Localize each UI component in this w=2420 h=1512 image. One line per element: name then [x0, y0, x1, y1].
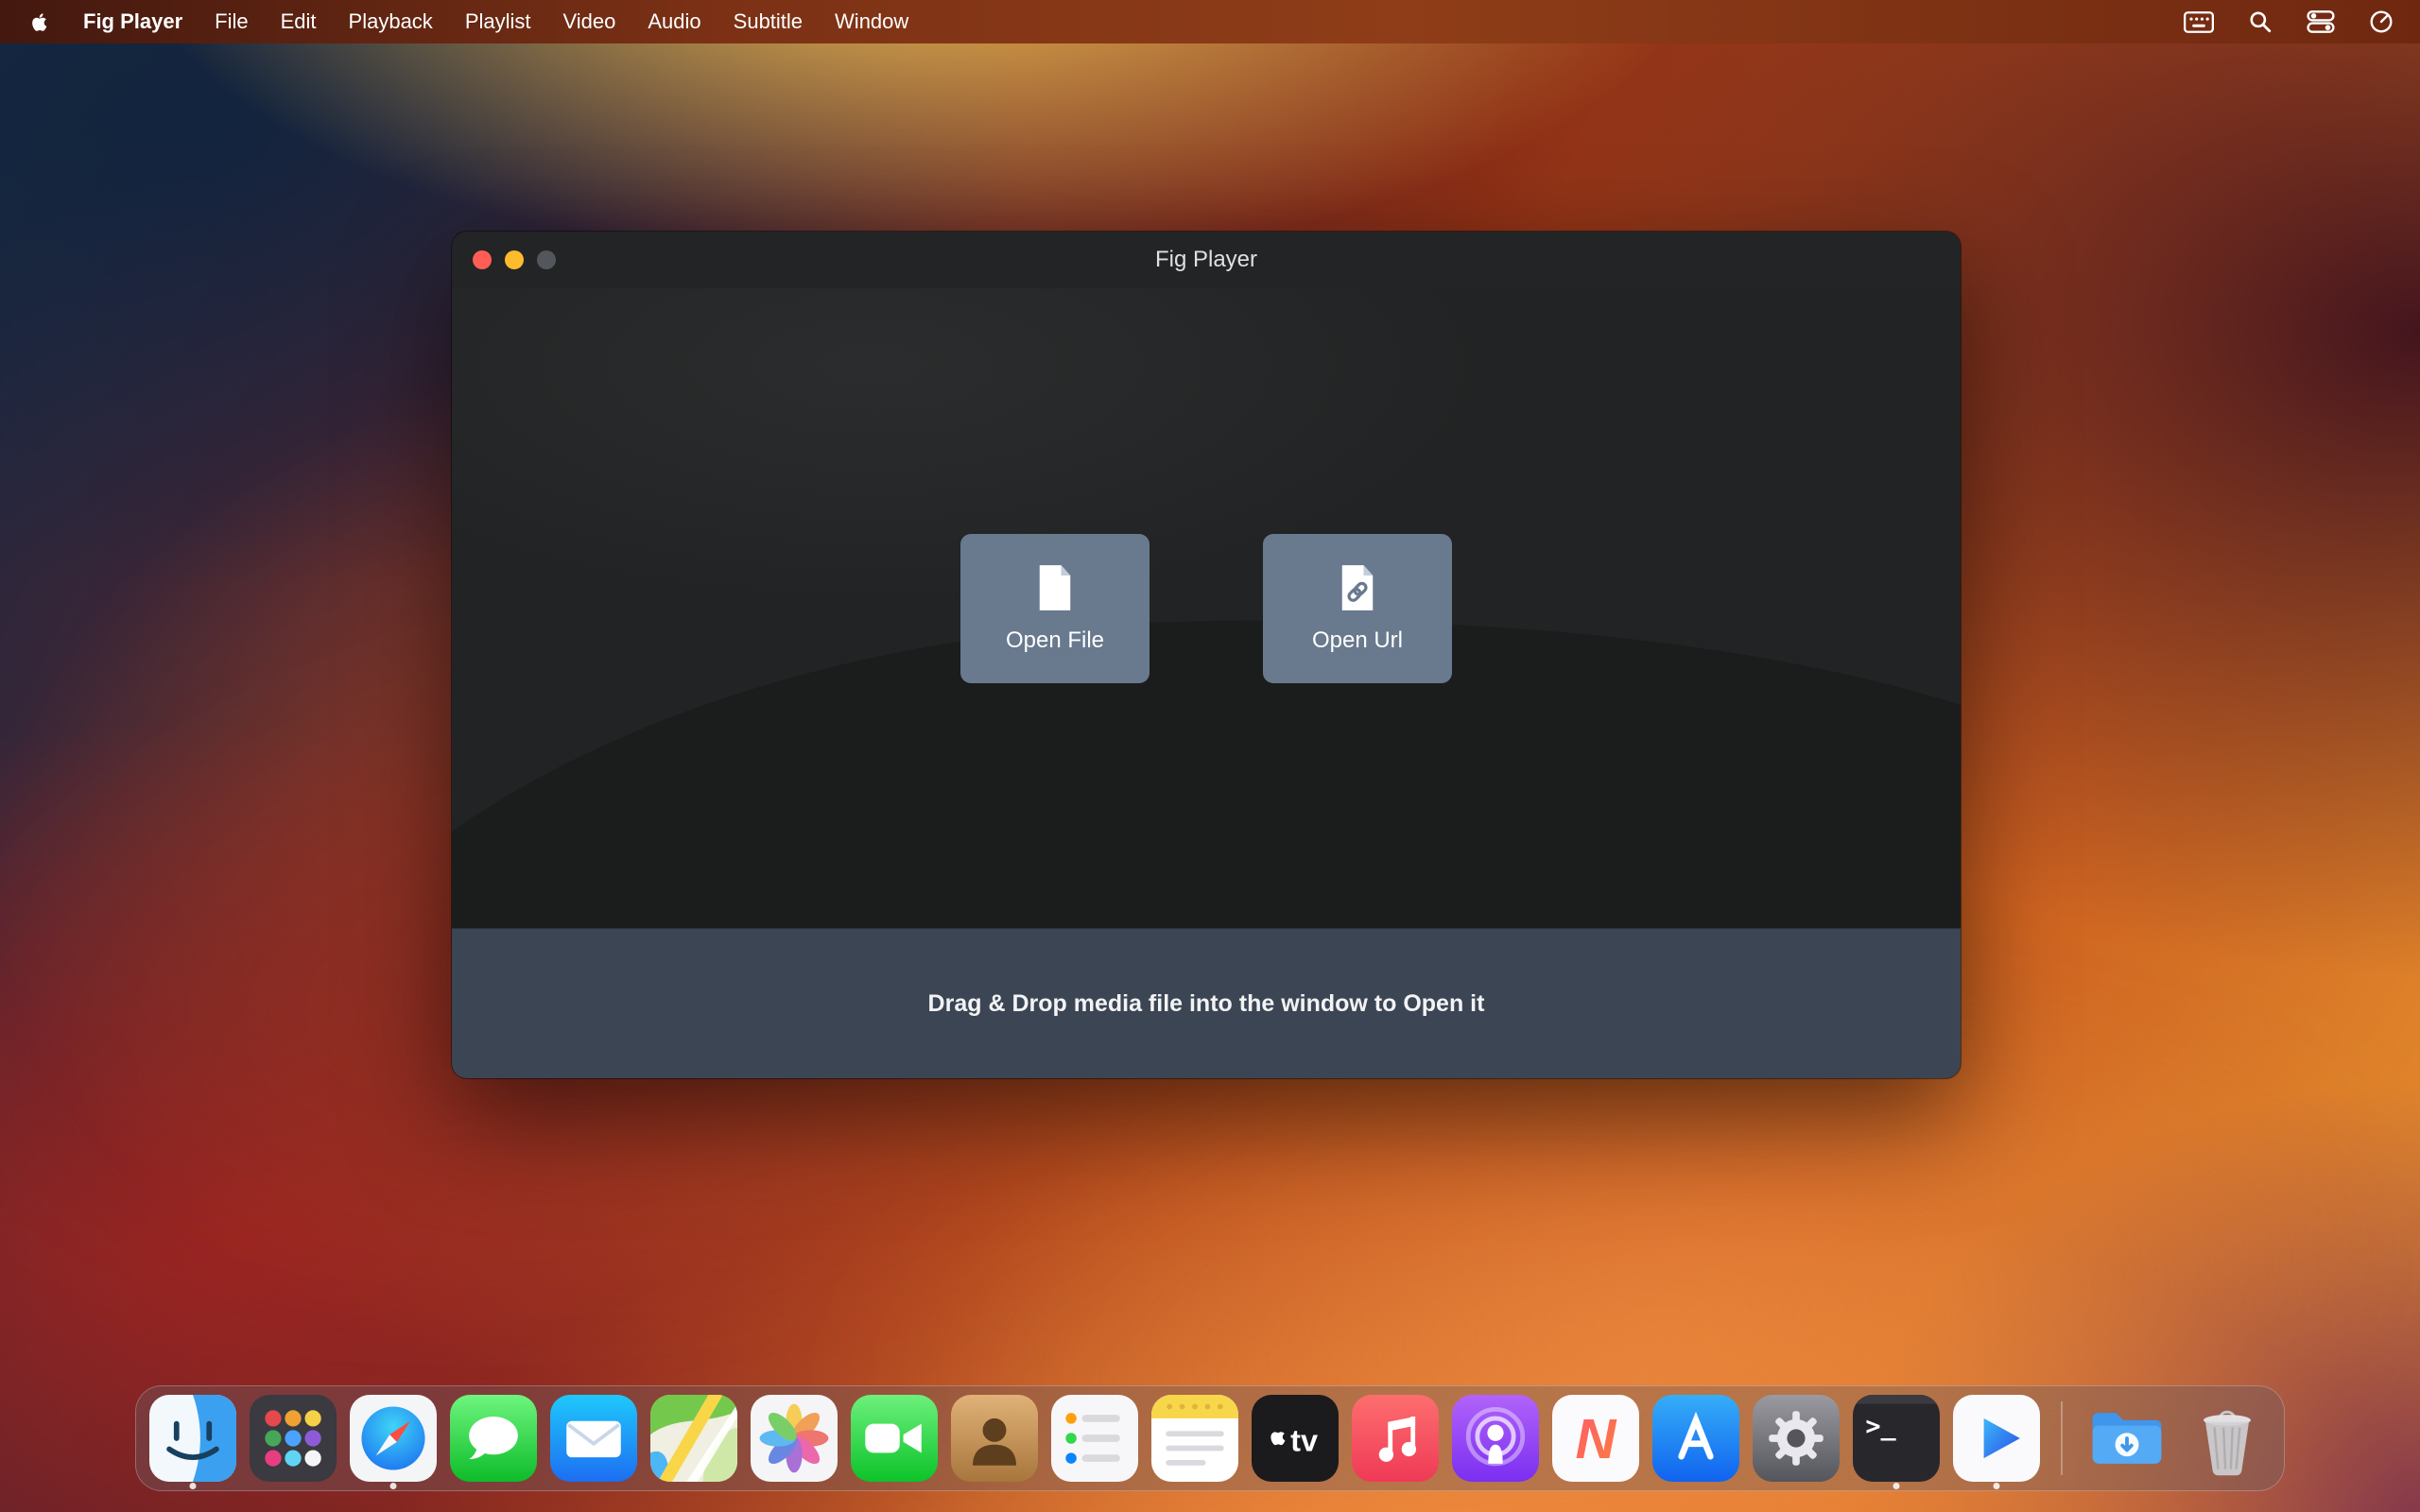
menu-bar-left: Fig Player File Edit Playback Playlist V…: [0, 0, 925, 43]
window-content: Open File Open Url: [452, 288, 1961, 928]
facetime-icon: [851, 1395, 938, 1482]
dock-item-mail[interactable]: [550, 1386, 637, 1490]
dock-item-launchpad[interactable]: [250, 1386, 337, 1490]
notes-icon: [1151, 1395, 1238, 1482]
window-footer: Drag & Drop media file into the window t…: [452, 928, 1961, 1078]
dock-item-messages[interactable]: [450, 1386, 537, 1490]
apple-tv-icon: tv: [1252, 1395, 1339, 1482]
dock-item-fig-player[interactable]: [1953, 1386, 2040, 1490]
dock-item-system-settings[interactable]: [1753, 1386, 1840, 1490]
menu-playlist[interactable]: Playlist: [449, 0, 547, 43]
app-menu-title[interactable]: Fig Player: [67, 0, 199, 43]
window-titlebar[interactable]: Fig Player: [452, 232, 1961, 288]
zoom-button-disabled: [537, 250, 556, 269]
open-url-label: Open Url: [1312, 627, 1403, 654]
terminal-icon: >_: [1853, 1395, 1940, 1482]
menu-edit[interactable]: Edit: [265, 0, 333, 43]
close-button[interactable]: [473, 250, 492, 269]
news-icon: N: [1552, 1395, 1639, 1482]
menu-subtitle[interactable]: Subtitle: [717, 0, 819, 43]
system-settings-icon: [1753, 1395, 1840, 1482]
dock-item-app-store[interactable]: [1652, 1386, 1739, 1490]
minimize-button[interactable]: [505, 250, 524, 269]
spotlight-search-icon[interactable]: [2248, 9, 2273, 34]
dock-item-contacts[interactable]: [951, 1386, 1038, 1490]
menu-video[interactable]: Video: [547, 0, 632, 43]
reminders-icon: [1051, 1395, 1138, 1482]
traffic-lights: [473, 232, 556, 288]
dock-item-trash[interactable]: [2184, 1386, 2271, 1490]
finder-icon: [149, 1395, 236, 1482]
dock-item-news[interactable]: N: [1552, 1386, 1639, 1490]
clock-icon[interactable]: [2369, 9, 2394, 34]
trash-icon: [2184, 1395, 2271, 1482]
window-title: Fig Player: [452, 247, 1961, 273]
dock-item-facetime[interactable]: [851, 1386, 938, 1490]
dock-item-safari[interactable]: [350, 1386, 437, 1490]
messages-icon: [450, 1395, 537, 1482]
menu-playback[interactable]: Playback: [333, 0, 449, 43]
dock-item-downloads[interactable]: [2083, 1386, 2170, 1490]
control-center-icon[interactable]: [2307, 9, 2335, 34]
open-actions: Open File Open Url: [452, 288, 1961, 928]
open-file-button[interactable]: Open File: [960, 534, 1150, 683]
menu-file[interactable]: File: [199, 0, 264, 43]
app-store-icon: [1652, 1395, 1739, 1482]
desktop: Fig Player File Edit Playback Playlist V…: [0, 0, 2420, 1512]
launchpad-icon: [250, 1395, 337, 1482]
dock-item-finder[interactable]: [149, 1386, 236, 1490]
menu-audio[interactable]: Audio: [631, 0, 717, 43]
dock-item-notes[interactable]: [1151, 1386, 1238, 1490]
dock-item-music[interactable]: [1352, 1386, 1439, 1490]
file-document-icon: [1034, 563, 1076, 612]
dock-separator: [2061, 1401, 2063, 1475]
apple-logo-icon[interactable]: [13, 0, 67, 43]
running-indicator: [1893, 1483, 1900, 1489]
fig-player-icon: [1953, 1395, 2040, 1482]
downloads-folder-icon: [2083, 1395, 2170, 1482]
podcasts-icon: [1452, 1395, 1539, 1482]
svg-text:N: N: [1576, 1407, 1617, 1470]
open-file-label: Open File: [1006, 627, 1104, 654]
music-icon: [1352, 1395, 1439, 1482]
mail-icon: [550, 1395, 637, 1482]
fig-player-window: Fig Player Open File Open Url: [452, 232, 1961, 1078]
keyboard-icon[interactable]: [2184, 11, 2214, 33]
menu-bar-status-area: [2184, 0, 2420, 43]
photos-icon: [751, 1395, 838, 1482]
svg-text:>_: >_: [1865, 1412, 1896, 1441]
running-indicator: [390, 1483, 397, 1489]
dock-item-reminders[interactable]: [1051, 1386, 1138, 1490]
running-indicator: [1994, 1483, 2000, 1489]
safari-icon: [350, 1395, 437, 1482]
dock: tv N: [135, 1385, 2285, 1491]
maps-icon: [650, 1395, 737, 1482]
running-indicator: [190, 1483, 197, 1489]
dock-item-podcasts[interactable]: [1452, 1386, 1539, 1490]
open-url-button[interactable]: Open Url: [1263, 534, 1452, 683]
drop-hint-text: Drag & Drop media file into the window t…: [928, 990, 1485, 1018]
dock-item-maps[interactable]: [650, 1386, 737, 1490]
dock-item-apple-tv[interactable]: tv: [1252, 1386, 1339, 1490]
dock-item-photos[interactable]: [751, 1386, 838, 1490]
contacts-icon: [951, 1395, 1038, 1482]
link-document-icon: [1337, 563, 1378, 612]
dock-item-terminal[interactable]: >_: [1853, 1386, 1940, 1490]
menu-window[interactable]: Window: [819, 0, 925, 43]
svg-text:tv: tv: [1290, 1423, 1318, 1457]
menu-bar: Fig Player File Edit Playback Playlist V…: [0, 0, 2420, 43]
